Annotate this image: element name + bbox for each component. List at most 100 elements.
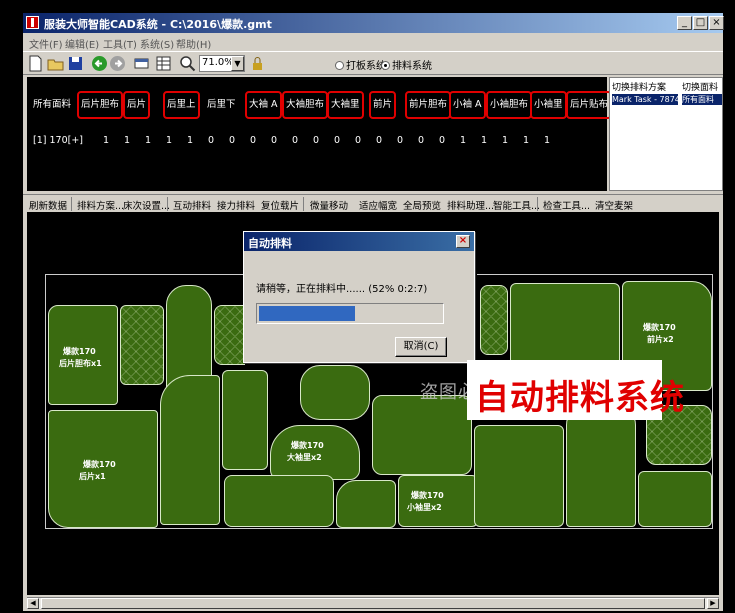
quantity-cell[interactable]: 1 <box>519 135 533 146</box>
chevron-down-icon[interactable]: ▼ <box>231 56 244 71</box>
quantity-cell[interactable]: 0 <box>225 135 239 146</box>
quantity-cell[interactable]: 0 <box>351 135 365 146</box>
refresh-data-button[interactable]: 刷新数据 <box>29 198 67 212</box>
header-back-lining-lower[interactable]: 后里下 <box>207 91 236 119</box>
canvas-scrollbar[interactable]: ◀ ▶ <box>27 597 719 609</box>
header-back-lining-upper[interactable]: 后里上 <box>163 91 200 119</box>
dialog-close-icon[interactable]: × <box>456 235 470 248</box>
quantity-cell[interactable]: 1 <box>183 135 197 146</box>
quantity-cell[interactable]: 0 <box>246 135 260 146</box>
relay-marker-button[interactable]: 接力排料 <box>217 198 255 212</box>
reset-pieces-button[interactable]: 复位载片 <box>261 198 299 212</box>
interactive-marker-button[interactable]: 互动排料 <box>173 198 211 212</box>
header-all-fabric[interactable]: 所有面料 <box>33 91 71 119</box>
pattern-piece[interactable] <box>510 283 620 369</box>
minimize-button[interactable]: _ <box>677 16 692 30</box>
pattern-piece[interactable] <box>336 480 396 528</box>
quantity-cell[interactable]: 1 <box>99 135 113 146</box>
quantity-cell[interactable]: 1 <box>120 135 134 146</box>
header-big-sleeve[interactable]: 大袖 A <box>245 91 282 119</box>
cancel-button[interactable]: 取消(C) <box>395 337 447 357</box>
quantity-cell[interactable]: 0 <box>372 135 386 146</box>
quantity-cell[interactable]: 1 <box>540 135 554 146</box>
check-tools-button[interactable]: 检查工具... <box>543 198 590 212</box>
header-front[interactable]: 前片 <box>369 91 397 119</box>
scroll-right-icon[interactable]: ▶ <box>707 598 719 609</box>
maximize-button[interactable]: □ <box>693 16 708 30</box>
save-icon[interactable] <box>67 55 84 72</box>
pattern-piece[interactable] <box>120 305 164 385</box>
quantity-cell[interactable]: 1 <box>477 135 491 146</box>
open-folder-icon[interactable] <box>47 55 64 72</box>
pattern-piece[interactable]: 爆款170 后片胆布x1 <box>48 305 118 405</box>
scheme-list-item[interactable]: Mark Task - 7874 <box>612 94 678 105</box>
marker-scheme-button[interactable]: 排料方案... <box>77 198 124 212</box>
pattern-piece[interactable] <box>638 471 712 527</box>
micro-move-button[interactable]: 微量移动 <box>310 198 348 212</box>
header-small-sleeve-inner[interactable]: 小袖里 <box>530 91 567 119</box>
quantity-cell[interactable]: 0 <box>330 135 344 146</box>
quantity-cell[interactable]: 1 <box>498 135 512 146</box>
pattern-piece[interactable] <box>474 425 564 527</box>
zoom-icon[interactable] <box>179 55 196 72</box>
back-arrow-icon[interactable] <box>91 55 108 72</box>
quantity-cell[interactable]: 1 <box>456 135 470 146</box>
header-small-sleeve[interactable]: 小袖 A <box>449 91 486 119</box>
quantity-cell[interactable]: 0 <box>309 135 323 146</box>
pattern-piece[interactable]: 爆款170 小袖里x2 <box>398 475 478 527</box>
scroll-thumb[interactable] <box>41 598 705 609</box>
menu-file[interactable]: 文件(F) <box>29 36 63 51</box>
pattern-piece[interactable] <box>222 370 268 470</box>
lock-icon[interactable] <box>249 55 266 72</box>
pattern-piece[interactable]: 爆款170 大袖里x2 <box>270 425 360 480</box>
title-bar: 服装大师智能CAD系统 - C:\2016\爆款.gmt _ □ × <box>23 13 724 33</box>
marker-assistant-button[interactable]: 排料助理... <box>447 198 494 212</box>
quantity-cell[interactable]: 0 <box>267 135 281 146</box>
pattern-piece[interactable] <box>566 405 636 527</box>
pattern-piece[interactable] <box>480 285 508 355</box>
layout-icon[interactable] <box>133 55 150 72</box>
global-preview-button[interactable]: 全局预览 <box>403 198 441 212</box>
clear-rack-button[interactable]: 清空麦架 <box>595 198 633 212</box>
table-icon[interactable] <box>155 55 172 72</box>
header-big-sleeve-inner[interactable]: 大袖里 <box>327 91 364 119</box>
forward-arrow-icon[interactable] <box>109 55 126 72</box>
menu-help[interactable]: 帮助(H) <box>176 36 211 51</box>
pattern-piece[interactable] <box>300 365 370 420</box>
fabric-list-item[interactable]: 所有面料 <box>682 94 722 105</box>
menu-edit[interactable]: 编辑(E) <box>65 36 99 51</box>
menu-system[interactable]: 系统(S) <box>140 36 174 51</box>
quantity-cell[interactable]: 1 <box>162 135 176 146</box>
fit-width-button[interactable]: 适应幅宽 <box>359 198 397 212</box>
smart-tools-button[interactable]: 智能工具... <box>493 198 540 212</box>
scroll-left-icon[interactable]: ◀ <box>27 598 39 609</box>
pattern-piece[interactable]: 爆款170 后片x1 <box>48 410 158 528</box>
header-big-sleeve-lining[interactable]: 大袖胆布 <box>282 91 329 119</box>
header-back-patch[interactable]: 后片贴布 <box>566 91 613 119</box>
menu-tools[interactable]: 工具(T) <box>103 36 137 51</box>
pattern-piece[interactable] <box>160 375 220 525</box>
quantity-cell[interactable]: 1 <box>141 135 155 146</box>
size-row-label[interactable]: [1] 170[+] <box>33 135 83 146</box>
header-back[interactable]: 后片 <box>123 91 151 119</box>
header-back-lining[interactable]: 后片胆布 <box>77 91 124 119</box>
window-title: 服装大师智能CAD系统 - C:\2016\爆款.gmt <box>44 18 272 31</box>
close-button[interactable]: × <box>709 16 724 30</box>
action-bar: 刷新数据 排料方案... 床次设置... 互动排料 接力排料 复位载片 微量移动… <box>23 194 723 212</box>
quantity-cell[interactable]: 0 <box>204 135 218 146</box>
header-front-lining[interactable]: 前片胆布 <box>405 91 452 119</box>
quantity-cell[interactable]: 0 <box>288 135 302 146</box>
pattern-piece[interactable] <box>372 395 472 475</box>
quantity-cell[interactable]: 0 <box>393 135 407 146</box>
header-small-sleeve-lining[interactable]: 小袖胆布 <box>486 91 533 119</box>
watermark-banner-text: 自动排料系统 <box>475 378 685 418</box>
pattern-piece[interactable] <box>224 475 334 527</box>
piece-label: 爆款170 <box>643 323 676 332</box>
watermark-banner: 自动排料系统 <box>467 360 684 420</box>
quantity-cell[interactable]: 0 <box>414 135 428 146</box>
radio-pattern-system[interactable]: 打板系统 <box>335 57 386 72</box>
spread-settings-button[interactable]: 床次设置... <box>123 198 170 212</box>
quantity-cell[interactable]: 0 <box>435 135 449 146</box>
new-file-icon[interactable] <box>27 55 44 72</box>
radio-marker-system[interactable]: 排料系统 <box>381 57 432 72</box>
